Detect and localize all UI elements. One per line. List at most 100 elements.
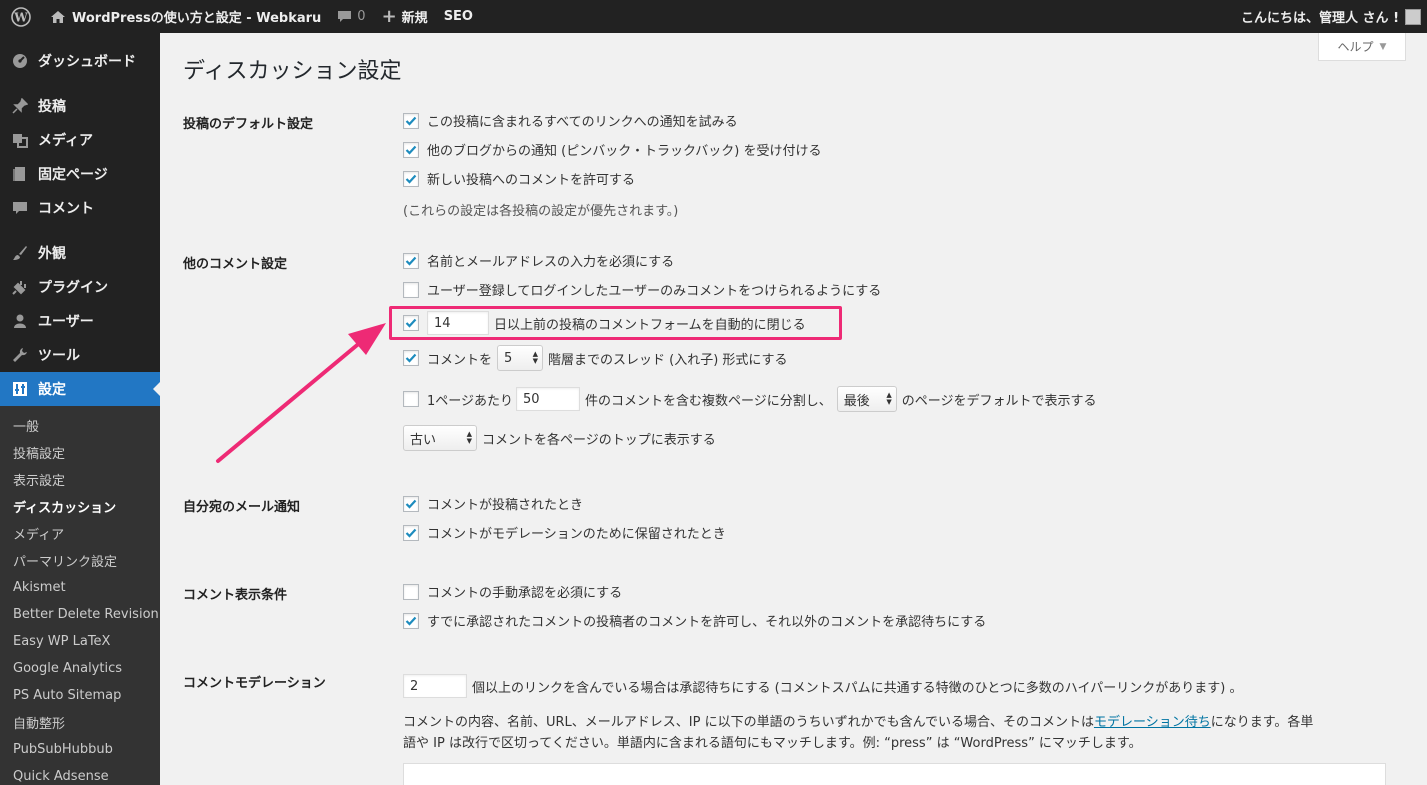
checkbox-checked[interactable] (403, 141, 419, 158)
checkmark-icon (405, 256, 417, 266)
greeting: こんにちは、管理人 さん ! (1241, 11, 1399, 26)
comments-per-page-input[interactable]: 50 (516, 387, 581, 411)
option-label: 1ページあたり (427, 393, 514, 409)
submenu-better-delete-revision[interactable]: Better Delete Revision (0, 601, 160, 628)
option-moderation-links: 2 個以上のリンクを含んでいる場合は承認待ちにする (コメントスパムに共通する特… (403, 674, 1242, 698)
option-label: コメントが投稿されたとき (427, 498, 584, 513)
checkbox-checked[interactable] (403, 112, 419, 129)
submenu-media[interactable]: メディア (0, 520, 160, 547)
sidebar-item-settings[interactable]: 設定 (0, 372, 160, 406)
default-settings-note: (これらの設定は各投稿の設定が優先されます。) (403, 204, 679, 219)
page-title: ディスカッション設定 (183, 59, 402, 84)
option-default-pingback-flag: この投稿に含まれるすべてのリンクへの通知を試みる (403, 111, 738, 130)
submenu-google-analytics[interactable]: Google Analytics (0, 655, 160, 682)
close-days-input[interactable]: 14 (427, 311, 489, 335)
sidebar-item-pages[interactable]: 固定ページ (0, 157, 160, 191)
sidebar-item-label: メディア (38, 133, 94, 149)
submenu-akismet[interactable]: Akismet (0, 574, 160, 601)
comment-order-select[interactable]: 古い ▲ ▼ (403, 425, 477, 451)
section-label-appear: コメント表示条件 (183, 588, 288, 603)
checkbox-checked[interactable] (403, 350, 419, 366)
sidebar-item-label: プラグイン (38, 280, 108, 296)
description-text: になります。各単 (1210, 715, 1314, 730)
sidebar-item-label: ダッシュボード (38, 54, 136, 70)
submenu-general[interactable]: 一般 (0, 412, 160, 439)
sidebar-item-comments[interactable]: コメント (0, 191, 160, 225)
comments-link[interactable]: 0 (329, 0, 373, 33)
sidebar-item-appearance[interactable]: 外観 (0, 236, 160, 270)
submenu-auto-format[interactable]: 自動整形 (0, 709, 160, 736)
option-registration-required: ユーザー登録してログインしたユーザーのみコメントをつけられるようにする (403, 280, 881, 299)
help-button[interactable]: ヘルプ ▼ (1318, 33, 1406, 61)
sidebar-item-plugins[interactable]: プラグイン (0, 270, 160, 304)
checkbox-unchecked[interactable] (403, 583, 419, 600)
wordpress-logo-icon[interactable]: W (0, 0, 42, 33)
submenu-discussion[interactable]: ディスカッション (0, 493, 160, 520)
sidebar-item-tools[interactable]: ツール (0, 338, 160, 372)
checkmark-icon (405, 353, 417, 363)
settings-icon (10, 379, 30, 399)
moderation-keys-textarea[interactable] (403, 763, 1386, 785)
user-icon (10, 311, 30, 331)
checkmark-icon (405, 318, 417, 328)
sidebar-item-label: 設定 (38, 382, 66, 398)
sidebar-item-media[interactable]: メディア (0, 123, 160, 157)
admin-sidebar: ダッシュボード 投稿 メディア 固定ページ コメント 外観 プラグイン ユーザー… (0, 33, 160, 785)
comment-order-value: 古い (410, 432, 437, 448)
option-thread-comments: コメントを 5 ▲ ▼ 階層までのスレッド (入れ子) 形式にする (403, 345, 788, 371)
submenu-ps-auto-sitemap[interactable]: PS Auto Sitemap (0, 682, 160, 709)
thread-depth-select[interactable]: 5 ▲ ▼ (497, 345, 544, 371)
checkbox-unchecked[interactable] (403, 281, 419, 298)
submenu-quick-adsense[interactable]: Quick Adsense (0, 763, 160, 785)
plus-icon: + (381, 6, 397, 27)
submenu-permalinks[interactable]: パーマリンク設定 (0, 547, 160, 574)
submenu-pubsubhubbub[interactable]: PubSubHubbub (0, 736, 160, 763)
checkbox-checked[interactable] (403, 495, 419, 512)
sidebar-item-posts[interactable]: 投稿 (0, 89, 160, 123)
settings-submenu: 一般 投稿設定 表示設定 ディスカッション メディア パーマリンク設定 Akis… (0, 406, 160, 785)
description-text: 語や IP は改行で区切ってください。単語内に含まれる語句にもマッチします。例:… (403, 736, 1142, 751)
site-name-link[interactable]: WordPressの使い方と設定 - Webkaru (42, 0, 329, 33)
plug-icon (10, 277, 30, 297)
option-label: ユーザー登録してログインしたユーザーのみコメントをつけられるようにする (427, 284, 882, 299)
sidebar-item-label: ツール (38, 348, 80, 364)
default-page-value: 最後 (843, 393, 870, 409)
checkbox-checked[interactable] (403, 170, 419, 187)
checkmark-icon (405, 145, 417, 155)
option-comments-notify: コメントが投稿されたとき (403, 494, 583, 513)
checkbox-checked[interactable] (403, 524, 419, 541)
sidebar-item-label: 固定ページ (38, 167, 108, 183)
new-content-link[interactable]: + 新規 (374, 0, 436, 33)
dashboard-icon (10, 51, 30, 71)
default-comments-page-select[interactable]: 最後 ▲ ▼ (836, 386, 897, 412)
chevron-down-icon: ▼ (1379, 41, 1387, 52)
updown-arrows-icon: ▲ ▼ (532, 350, 539, 365)
option-label: コメントを各ページのトップに表示する (482, 432, 716, 448)
section-label-other: 他のコメント設定 (183, 257, 288, 272)
sidebar-item-label: 投稿 (38, 99, 66, 115)
option-page-comments: 1ページあたり 50 件のコメントを含む複数ページに分割し、 最後 ▲ ▼ のペー… (403, 386, 1097, 412)
submenu-reading[interactable]: 表示設定 (0, 466, 160, 493)
checkbox-unchecked[interactable] (403, 391, 419, 407)
comments-count: 0 (357, 9, 366, 24)
submenu-easy-wp-latex[interactable]: Easy WP LaTeX (0, 628, 160, 655)
comment-bubble-icon (338, 11, 352, 22)
home-icon (51, 10, 65, 23)
sidebar-item-dashboard[interactable]: ダッシュボード (0, 44, 160, 78)
help-label: ヘルプ (1337, 40, 1374, 54)
checkmark-icon (405, 116, 417, 126)
seo-link[interactable]: SEO (436, 0, 481, 33)
checkmark-icon (405, 616, 417, 626)
option-comment-whitelist: すでに承認されたコメントの投稿者のコメントを許可し、それ以外のコメントを承認待ち… (403, 611, 986, 630)
sidebar-item-users[interactable]: ユーザー (0, 304, 160, 338)
updown-arrows-icon: ▲ ▼ (466, 430, 472, 445)
checkbox-checked[interactable] (403, 252, 419, 269)
moderation-links-input[interactable]: 2 (403, 674, 467, 698)
account-menu[interactable]: こんにちは、管理人 さん ! (1233, 0, 1427, 33)
checkbox-checked[interactable] (403, 315, 419, 331)
checkbox-checked[interactable] (403, 612, 419, 629)
submenu-writing[interactable]: 投稿設定 (0, 439, 160, 466)
section-label-default: 投稿のデフォルト設定 (183, 117, 314, 132)
moderation-queue-link[interactable]: モデレーション待ち (1094, 715, 1211, 730)
option-label: コメントがモデレーションのために保留されたとき (427, 527, 726, 542)
